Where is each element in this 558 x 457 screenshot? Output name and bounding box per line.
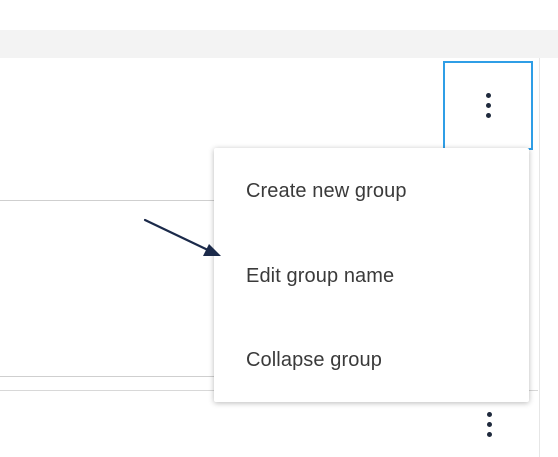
row-divider [0, 200, 215, 201]
more-options-button-secondary[interactable] [474, 405, 504, 457]
more-vertical-icon [486, 412, 492, 437]
top-strip [0, 0, 558, 30]
more-vertical-icon [485, 93, 491, 118]
toolbar-band [0, 30, 558, 58]
row-divider [0, 376, 215, 377]
menu-item-edit-group-name[interactable]: Edit group name [246, 264, 394, 288]
more-options-button[interactable] [443, 61, 533, 150]
context-menu: Create new group Edit group name Collaps… [214, 148, 529, 402]
menu-item-create-new-group[interactable]: Create new group [246, 179, 407, 203]
menu-item-collapse-group[interactable]: Collapse group [246, 348, 382, 372]
